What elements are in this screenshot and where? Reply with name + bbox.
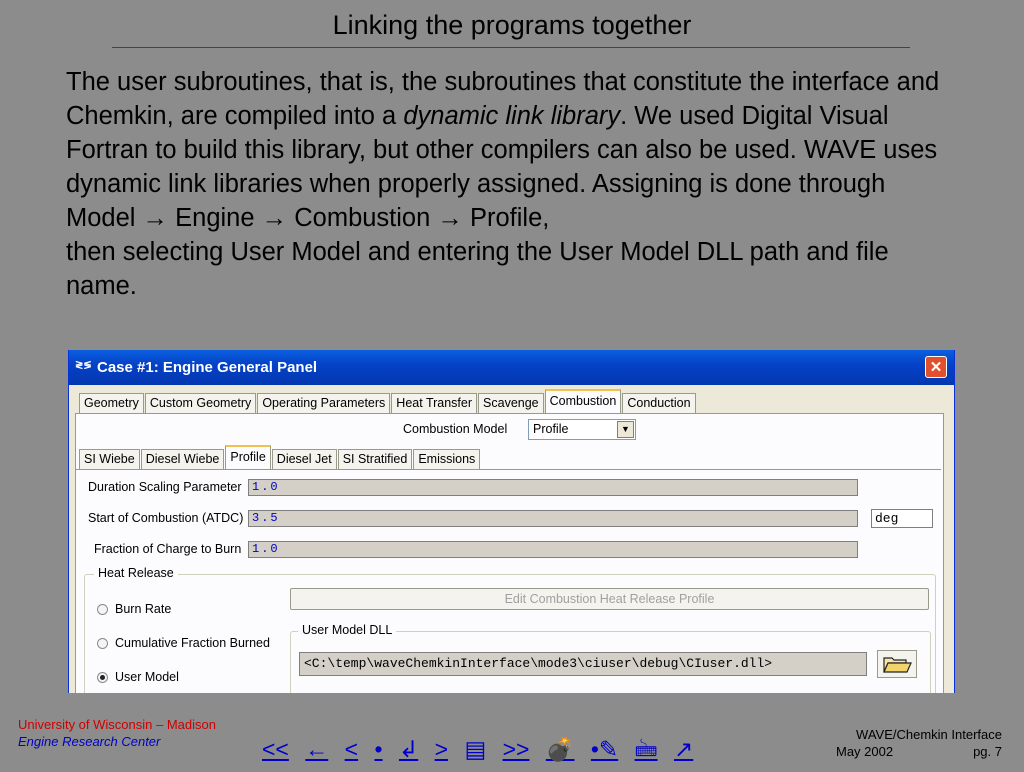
list-icon[interactable]: ▤ — [464, 736, 486, 762]
exit-arrow-icon[interactable]: ↗ — [674, 736, 693, 762]
page-number: pg. 7 — [973, 744, 1002, 759]
dll-path-field[interactable]: <C:\temp\waveChemkinInterface\mode3\cius… — [299, 652, 867, 676]
tab-diesel-wiebe[interactable]: Diesel Wiebe — [140, 449, 225, 469]
engine-general-panel-window: ≷≶ Case #1: Engine General Panel ✕ Geome… — [68, 350, 955, 693]
combustion-model-label: Combustion Model — [403, 422, 508, 436]
folder-icon — [883, 657, 912, 673]
research-center: Engine Research Center — [18, 734, 161, 749]
back-arrow-link[interactable]: ← — [305, 736, 328, 762]
fraction-charge-field[interactable]: 1.0 — [248, 541, 858, 558]
user-model-dll-title: User Model DLL — [298, 623, 397, 637]
tab-conduction[interactable]: Conduction — [622, 393, 696, 413]
top-tab-bar: Geometry Custom Geometry Operating Param… — [79, 389, 697, 413]
user-model-radio[interactable] — [97, 672, 108, 683]
burn-rate-label[interactable]: Burn Rate — [115, 602, 171, 616]
tab-operating-parameters[interactable]: Operating Parameters — [257, 393, 391, 413]
browse-folder-button[interactable] — [877, 650, 917, 678]
path-engine: Engine — [175, 204, 255, 232]
arrow-icon: → — [437, 204, 463, 232]
doc-title: WAVE/Chemkin Interface — [856, 727, 1002, 742]
start-of-combustion-label: Start of Combustion (ATDC) — [88, 511, 244, 525]
start-of-combustion-field[interactable]: 3.5 — [248, 510, 858, 527]
app-icon: ≷≶ — [75, 360, 92, 371]
bullet-link[interactable]: • — [374, 736, 382, 762]
tab-scavenge[interactable]: Scavenge — [478, 393, 544, 413]
tab-custom-geometry[interactable]: Custom Geometry — [144, 393, 257, 413]
tab-si-stratified[interactable]: SI Stratified — [337, 449, 413, 469]
slide-title: Linking the programs together — [332, 10, 692, 40]
tab-geometry[interactable]: Geometry — [79, 393, 144, 413]
tab-combustion[interactable]: Combustion — [544, 389, 622, 413]
para1-emphasis: dynamic link library — [403, 102, 621, 130]
first-slide-link[interactable]: << — [262, 736, 289, 762]
arrow-icon: → — [261, 204, 288, 232]
path-profile: Profile, — [470, 204, 550, 232]
tab-emissions[interactable]: Emissions — [413, 449, 481, 469]
window-title: Case #1: Engine General Panel — [97, 359, 318, 376]
bomb-icon[interactable]: 💣 — [546, 736, 575, 762]
previous-slide-link[interactable]: < — [345, 736, 358, 762]
chevron-down-icon[interactable]: ▼ — [617, 421, 634, 438]
tab-heat-transfer[interactable]: Heat Transfer — [391, 393, 478, 413]
window-titlebar[interactable]: ≷≶ Case #1: Engine General Panel ✕ — [69, 350, 954, 385]
combustion-model-select[interactable]: Profile ▼ — [528, 419, 636, 440]
university-name: University of Wisconsin – Madison — [18, 717, 216, 732]
cumulative-fraction-label[interactable]: Cumulative Fraction Burned — [115, 636, 270, 650]
user-model-dll-group: User Model DLL <C:\temp\waveChemkinInter… — [290, 623, 931, 693]
tab-si-wiebe[interactable]: SI Wiebe — [79, 449, 140, 469]
paragraph-1: The user subroutines, that is, the subro… — [66, 65, 966, 201]
pen-icon[interactable]: •✎ — [591, 736, 618, 762]
last-slide-link[interactable]: >> — [503, 736, 530, 762]
title-rule — [112, 47, 910, 48]
combustion-model-value: Profile — [533, 422, 569, 436]
profile-panel: Duration Scaling Parameter 1.0 Start of … — [76, 469, 941, 693]
footer-doc-info: WAVE/Chemkin Interface May 2002 pg. 7 — [802, 726, 1002, 759]
slide-body: The user subroutines, that is, the subro… — [66, 65, 966, 303]
combustion-panel: Combustion Model Profile ▼ SI Wiebe Dies… — [75, 413, 944, 693]
user-model-label[interactable]: User Model — [115, 670, 179, 684]
cumulative-fraction-radio[interactable] — [97, 638, 108, 649]
return-link[interactable]: ↲ — [399, 736, 418, 762]
keyboard-icon[interactable]: 🖮 — [635, 736, 658, 762]
paragraph-3: then selecting User Model and entering t… — [66, 238, 889, 300]
duration-scaling-label: Duration Scaling Parameter — [88, 480, 242, 494]
path-combustion: Combustion — [294, 204, 431, 232]
slide-navigation: << ← < • ↲ > ▤ >> 💣 •✎ 🖮 ↗ — [262, 733, 703, 772]
close-button[interactable]: ✕ — [925, 356, 947, 378]
tab-diesel-jet[interactable]: Diesel Jet — [271, 449, 337, 469]
next-slide-link[interactable]: > — [435, 736, 448, 762]
sub-tab-bar: SI Wiebe Diesel Wiebe Profile Diesel Jet… — [79, 445, 481, 469]
unit-field[interactable]: deg — [871, 509, 933, 528]
footer-affiliation: University of Wisconsin – Madison Engine… — [18, 716, 216, 750]
tab-profile[interactable]: Profile — [225, 445, 271, 469]
menu-path: Model → Engine → Combustion → Profile, — [66, 201, 966, 235]
heat-release-group: Heat Release Burn Rate Cumulative Fracti… — [84, 566, 936, 693]
path-model: Model — [66, 204, 136, 232]
burn-rate-radio[interactable] — [97, 604, 108, 615]
duration-scaling-field[interactable]: 1.0 — [248, 479, 858, 496]
edit-heat-release-profile-button[interactable]: Edit Combustion Heat Release Profile — [290, 588, 929, 610]
arrow-icon: → — [142, 204, 169, 232]
fraction-charge-label: Fraction of Charge to Burn — [94, 542, 242, 556]
heat-release-title: Heat Release — [94, 566, 178, 580]
doc-date: May 2002 — [836, 744, 894, 759]
